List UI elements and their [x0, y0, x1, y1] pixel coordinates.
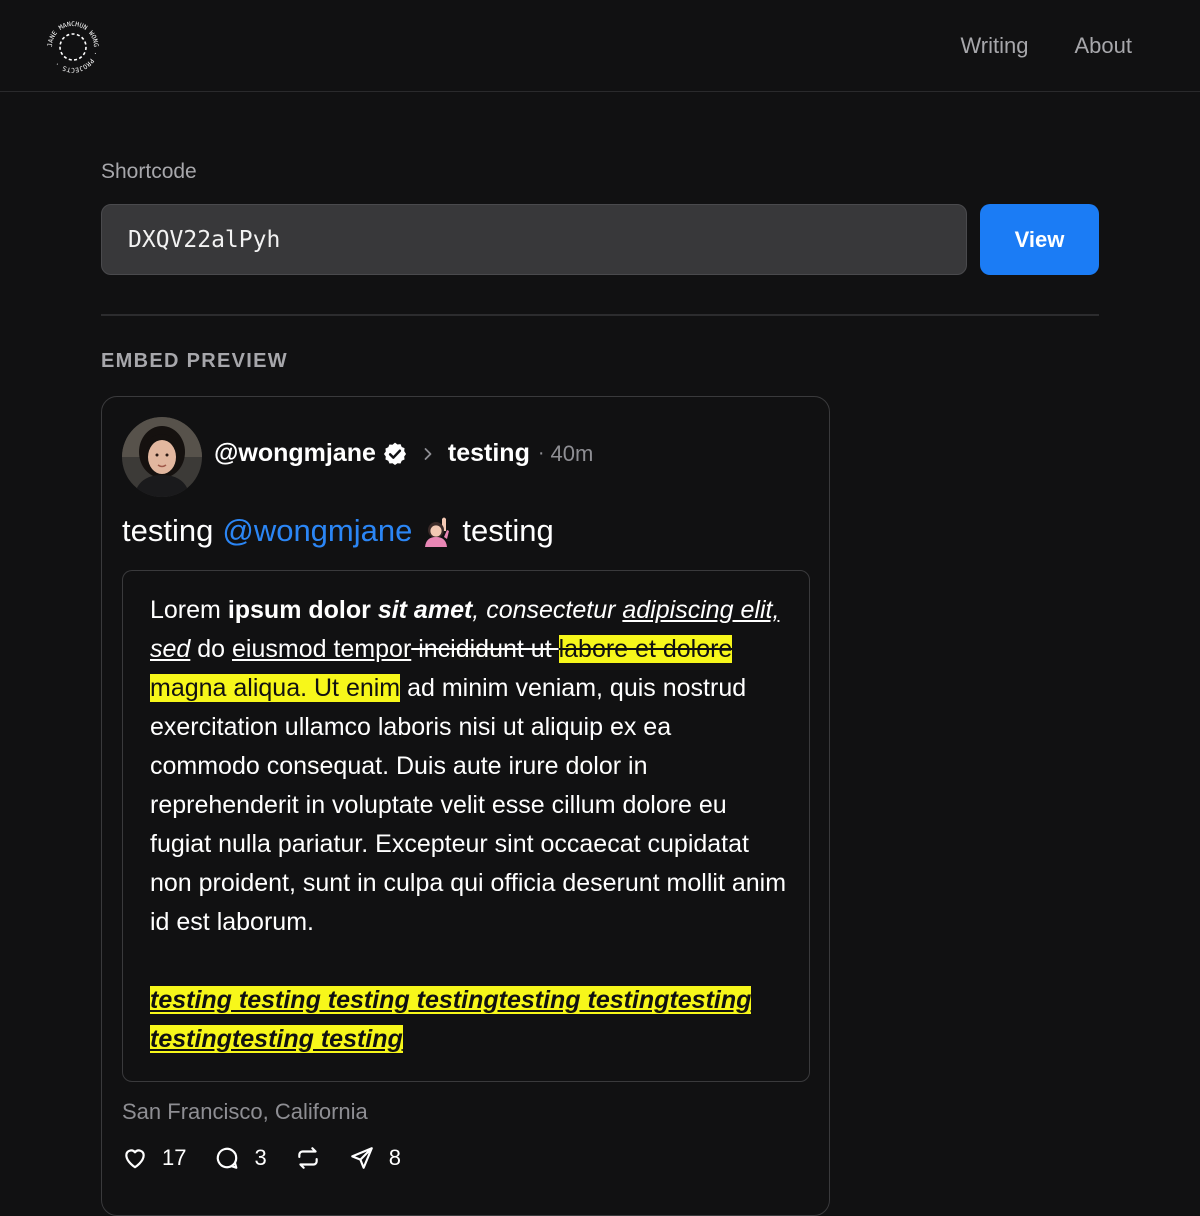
like-button[interactable]: 17: [122, 1145, 186, 1171]
view-button[interactable]: View: [980, 204, 1099, 275]
action-bar: 17 3 8: [122, 1145, 429, 1171]
chevron-right-icon: [424, 447, 432, 460]
mention-link[interactable]: @wongmjane: [222, 513, 412, 549]
site-logo[interactable]: JANE MANCHUN WONG · PROJECTS ·: [44, 18, 102, 76]
timestamp: 40m: [550, 440, 594, 466]
logo-text: JANE MANCHUN WONG · PROJECTS ·: [46, 20, 100, 74]
nav-about[interactable]: About: [1075, 33, 1133, 59]
embed-card: @wongmjane testing · 40m testing @wongmj…: [101, 396, 830, 1216]
username[interactable]: @wongmjane: [214, 439, 376, 468]
share-button[interactable]: 8: [349, 1145, 401, 1171]
text-run: Lorem: [150, 596, 228, 624]
strike-underline-text: eiusmod tempor: [232, 635, 412, 663]
separator-dot: ·: [537, 442, 545, 464]
quoted-rich-text: Lorem ipsum dolor sit amet, consectetur …: [122, 570, 810, 1082]
verified-badge-icon: [383, 442, 406, 465]
heart-icon: [125, 1149, 145, 1169]
avatar[interactable]: [122, 417, 202, 497]
italic-text: , consectetur: [472, 596, 623, 624]
shortcode-input[interactable]: [101, 204, 967, 275]
divider: [101, 314, 1099, 316]
post-text-before: testing: [122, 513, 214, 548]
highlight-strike-text: labore et dolore: [558, 635, 733, 663]
svg-text:JANE MANCHUN WONG · PROJECTS ·: JANE MANCHUN WONG · PROJECTS ·: [46, 20, 100, 74]
bold-italic-text: sit amet: [377, 596, 473, 624]
text-run: ad minim veniam, quis nostrud exercitati…: [150, 674, 787, 936]
post-header: @wongmjane testing · 40m: [214, 439, 593, 468]
highlight-strike-bold-italic-text: testing testing testing testingtesting t…: [150, 986, 752, 1053]
person-raising-hand-emoji-icon: [425, 517, 450, 547]
bold-text: ipsum dolor: [227, 596, 378, 624]
send-icon: [350, 1147, 373, 1169]
comment-count: 3: [254, 1145, 267, 1170]
shortcode-label: Shortcode: [101, 160, 197, 183]
post-text-after: testing: [462, 513, 554, 548]
repost-button[interactable]: [295, 1145, 321, 1171]
share-count: 8: [388, 1145, 401, 1170]
quote-paragraph-2: testing testing testing testingtesting t…: [150, 981, 787, 1059]
embed-preview-label: EMBED PREVIEW: [101, 350, 288, 372]
repost-icon: [297, 1147, 318, 1169]
quote-paragraph: Lorem ipsum dolor sit amet, consectetur …: [150, 591, 787, 942]
strike-text: incididunt ut: [411, 635, 559, 663]
comment-button[interactable]: 3: [214, 1145, 267, 1171]
text-run: do: [190, 635, 233, 663]
highlight-text: magna aliqua. Ut enim: [150, 674, 401, 702]
comment-bubble-icon: [217, 1147, 238, 1169]
location: San Francisco, California: [122, 1099, 368, 1124]
nav-writing[interactable]: Writing: [960, 33, 1028, 59]
site-header: JANE MANCHUN WONG · PROJECTS · Writing A…: [0, 0, 1200, 92]
community-name[interactable]: testing: [448, 439, 530, 468]
like-count: 17: [162, 1145, 187, 1170]
post-text: testing @wongmjane testing: [122, 513, 554, 549]
main-nav: Writing About: [960, 33, 1132, 59]
